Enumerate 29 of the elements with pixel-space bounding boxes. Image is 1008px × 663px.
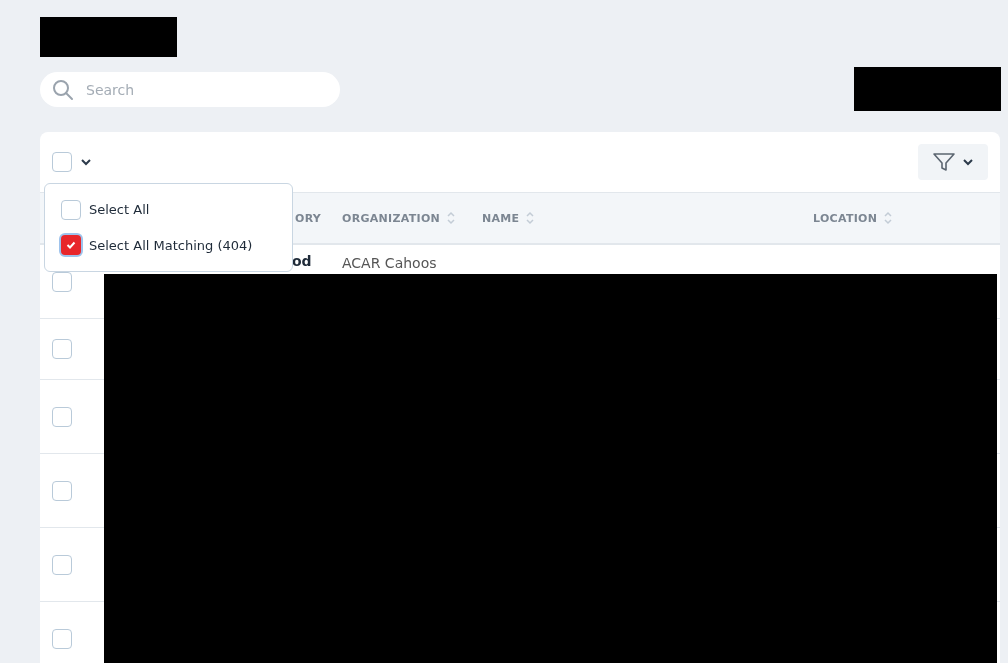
search-input[interactable]: Search bbox=[84, 80, 308, 99]
row-checkbox[interactable] bbox=[52, 406, 72, 427]
row-checkbox[interactable] bbox=[52, 480, 72, 501]
column-header[interactable]: LOCATION bbox=[813, 211, 878, 225]
search-icon bbox=[52, 78, 74, 101]
filter-button[interactable] bbox=[918, 144, 988, 180]
sort-icon[interactable] bbox=[883, 210, 894, 226]
sort-icon[interactable] bbox=[446, 210, 457, 226]
checkbox[interactable] bbox=[52, 152, 72, 172]
row-checkbox[interactable] bbox=[52, 339, 72, 359]
search-field[interactable]: Search bbox=[40, 72, 340, 107]
column-header[interactable]: ORGANIZATION bbox=[342, 211, 441, 225]
menu-item[interactable]: Select All bbox=[61, 199, 276, 220]
row-checkbox[interactable] bbox=[52, 271, 72, 292]
menu-item-label: Select All bbox=[89, 202, 150, 218]
column-header[interactable]: ORY bbox=[295, 211, 322, 225]
chevron-down-icon bbox=[962, 158, 974, 166]
table-cell: ACAR Cahoos bbox=[342, 255, 437, 271]
table-cell: od bbox=[292, 253, 312, 269]
sort-icon[interactable] bbox=[525, 210, 536, 226]
row-checkbox[interactable] bbox=[52, 628, 72, 649]
menu-item-label: Select All Matching (404) bbox=[89, 237, 253, 253]
column-header[interactable]: NAME bbox=[482, 211, 520, 225]
checkbox[interactable] bbox=[61, 199, 81, 220]
chevron-down-icon[interactable] bbox=[80, 158, 92, 166]
row-checkbox[interactable] bbox=[52, 554, 72, 575]
checkbox[interactable] bbox=[61, 235, 81, 256]
filter-icon bbox=[932, 152, 956, 172]
menu-item[interactable]: Select All Matching (404) bbox=[61, 235, 276, 256]
